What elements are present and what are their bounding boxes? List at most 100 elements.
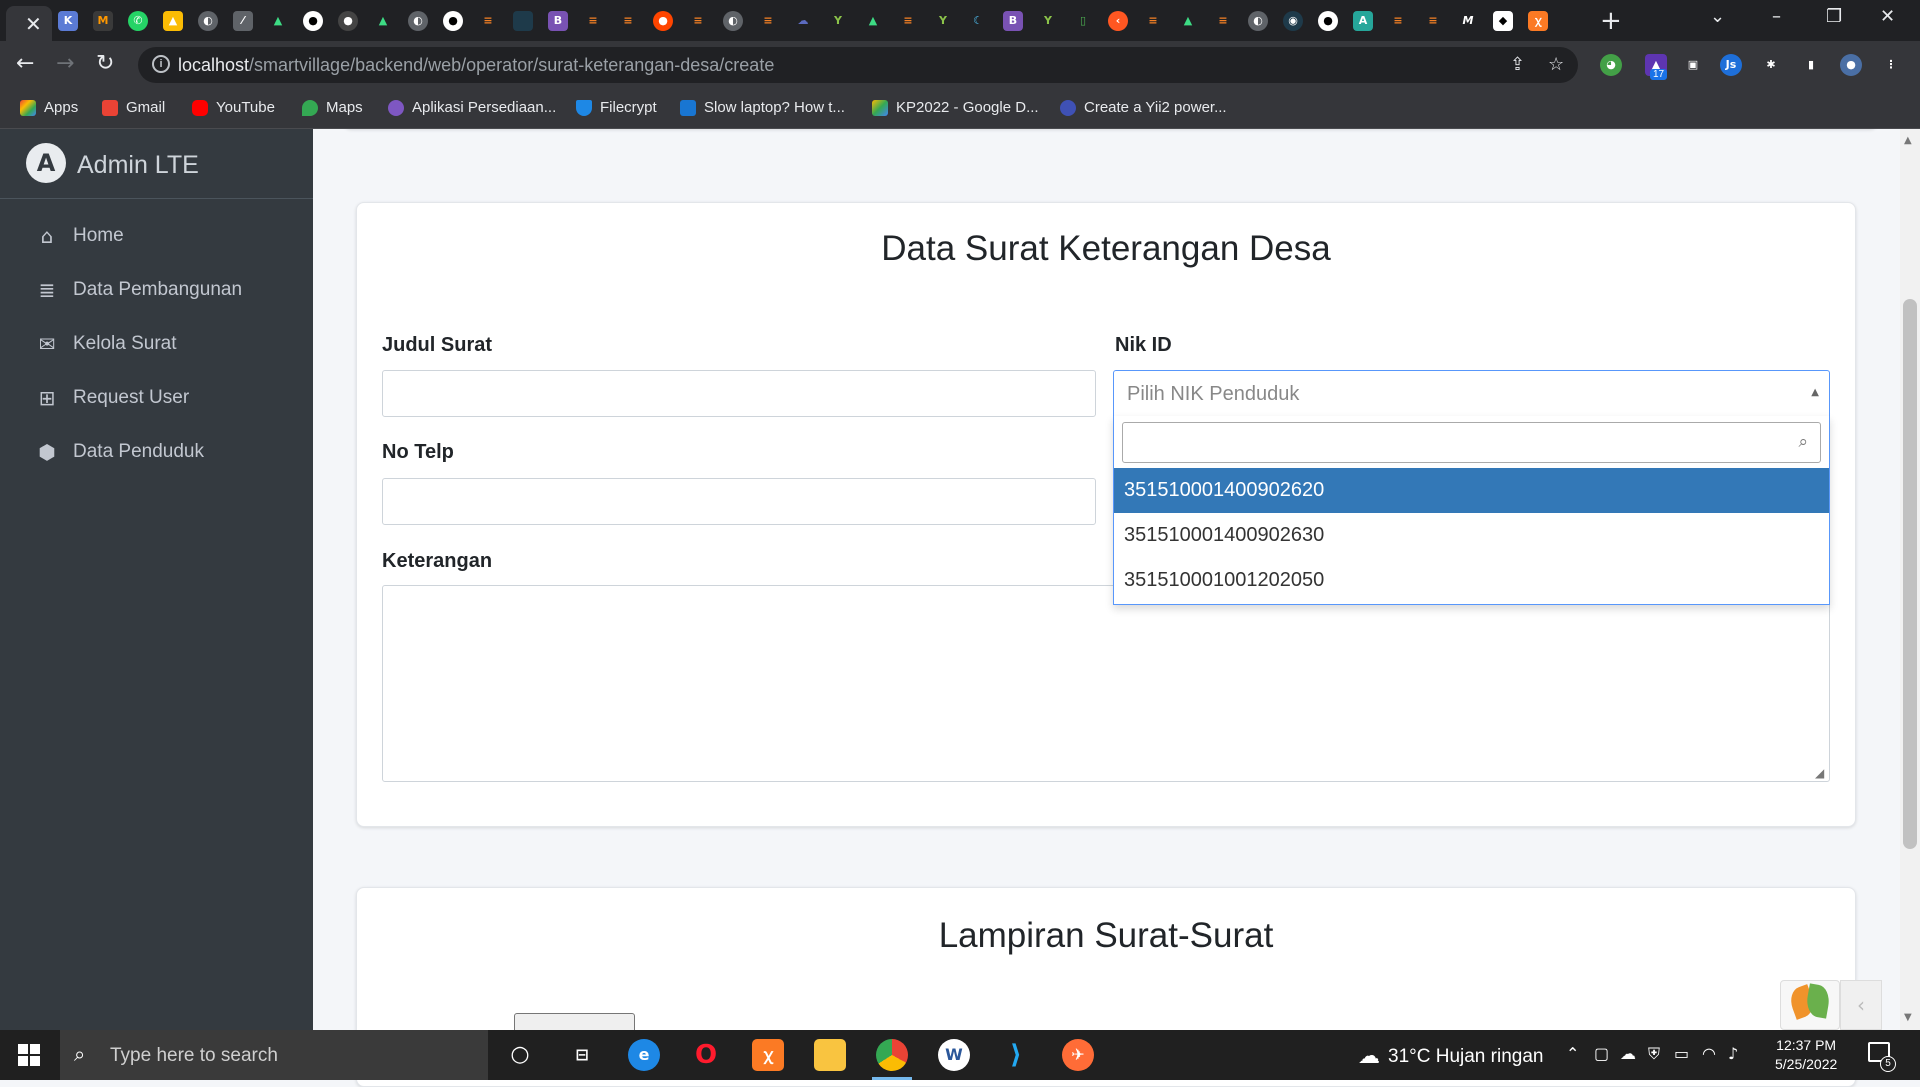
keterangan-textarea[interactable]: [382, 585, 1830, 782]
yii-toolbar-toggle-icon[interactable]: ‹: [1840, 980, 1882, 1030]
sidebar-item-data-pembangunan[interactable]: ≣ Data Pembangunan: [33, 275, 242, 305]
sidebar-item-data-penduduk[interactable]: ⬢ Data Penduduk: [33, 437, 204, 467]
tab-favicon-stack-6[interactable]: ≡: [898, 11, 918, 31]
tab-favicon-globe-3[interactable]: ◐: [723, 11, 743, 31]
tab-favicon-xampp[interactable]: ꭓ: [1528, 11, 1548, 31]
nik-option[interactable]: 351510001001202050: [1114, 558, 1829, 603]
wifi-icon[interactable]: ◠: [1702, 1044, 1716, 1063]
scroll-down-icon[interactable]: ▼: [1904, 1012, 1912, 1023]
close-window-icon[interactable]: ✕: [1880, 6, 1895, 27]
no-telp-input[interactable]: [382, 478, 1096, 525]
tab-favicon-y-3[interactable]: Y: [1038, 11, 1058, 31]
tab-favicon-bootstrap[interactable]: B: [548, 11, 568, 31]
yii-debug-toolbar[interactable]: [1780, 980, 1840, 1030]
page-scrollbar[interactable]: ▲ ▼: [1900, 129, 1920, 1030]
tab-favicon-unity[interactable]: ◆: [1493, 11, 1513, 31]
weather-widget[interactable]: ☁ 31°C Hujan ringan: [1358, 1044, 1543, 1069]
tab-favicon-whatsapp[interactable]: ✆: [128, 11, 148, 31]
sidebar-item-kelola-surat[interactable]: ✉ Kelola Surat: [33, 329, 177, 359]
url-text[interactable]: localhost/smartvillage/backend/web/opera…: [178, 55, 774, 76]
cortana-icon[interactable]: ○: [504, 1039, 536, 1071]
chevron-up-icon[interactable]: ⌃: [1566, 1044, 1579, 1063]
bookmark-star-icon[interactable]: ☆: [1548, 54, 1564, 75]
close-tab-icon[interactable]: ✕: [25, 14, 42, 34]
tab-favicon-android-4[interactable]: ▲: [1178, 11, 1198, 31]
tab-favicon-stack-5[interactable]: ≡: [758, 11, 778, 31]
address-bar[interactable]: i localhost/smartvillage/backend/web/ope…: [138, 47, 1578, 83]
word-icon[interactable]: W: [938, 1039, 970, 1071]
tab-favicon-globe[interactable]: ◐: [198, 11, 218, 31]
vscode-icon[interactable]: ⟩: [1000, 1039, 1032, 1071]
tab-favicon-cloud[interactable]: ☁: [793, 11, 813, 31]
tab-favicon-dark[interactable]: [513, 11, 533, 31]
bookmark-filecrypt[interactable]: Filecrypt: [576, 99, 657, 116]
tab-favicon-globe-2[interactable]: ◐: [408, 11, 428, 31]
nik-search-input[interactable]: ⌕: [1122, 422, 1821, 463]
active-tab[interactable]: ✕: [6, 6, 52, 41]
bookmark-youtube[interactable]: YouTube: [192, 99, 275, 116]
tab-favicon-github-4[interactable]: ●: [1318, 11, 1338, 31]
task-view-icon[interactable]: ⊟: [566, 1039, 598, 1071]
file-explorer-icon[interactable]: [814, 1039, 846, 1071]
tab-search-icon[interactable]: ⌄: [1710, 6, 1725, 27]
tab-favicon-stack-9[interactable]: ≡: [1388, 11, 1408, 31]
bookmark-slow-laptop[interactable]: Slow laptop? How t...: [680, 99, 845, 116]
bookmark-gmail[interactable]: Gmail: [102, 99, 165, 116]
tab-favicon-reddit[interactable]: ●: [653, 11, 673, 31]
side-panel-icon[interactable]: ▮: [1800, 54, 1822, 76]
windows-start-icon[interactable]: [18, 1044, 40, 1066]
tab-favicon-stack-2[interactable]: ≡: [583, 11, 603, 31]
bookmark-create-yii2[interactable]: Create a Yii2 power...: [1060, 99, 1227, 116]
back-icon[interactable]: ←: [16, 51, 34, 76]
reload-icon[interactable]: ↻: [96, 51, 114, 76]
onedrive-icon[interactable]: ☁: [1620, 1044, 1636, 1063]
extension-js-icon[interactable]: Js: [1720, 54, 1742, 76]
tab-favicon-android-2[interactable]: ▲: [373, 11, 393, 31]
resize-handle-icon[interactable]: ◢: [1815, 766, 1824, 780]
tab-favicon-android[interactable]: ▲: [268, 11, 288, 31]
postman-icon[interactable]: ✈: [1062, 1039, 1094, 1071]
tab-favicon-stack-3[interactable]: ≡: [618, 11, 638, 31]
sidebar-item-request-user[interactable]: ⊞ Request User: [33, 383, 190, 413]
restore-icon[interactable]: ❐: [1826, 6, 1842, 27]
tab-favicon-stack-4[interactable]: ≡: [688, 11, 708, 31]
tab-favicon-laravel[interactable]: ‹: [1108, 11, 1128, 31]
tab-favicon-m-2[interactable]: M: [1458, 11, 1478, 31]
site-info-icon[interactable]: i: [152, 55, 170, 73]
system-clock[interactable]: 12:37 PM 5/25/2022: [1775, 1036, 1837, 1074]
tab-favicon-moon[interactable]: ☾: [968, 11, 988, 31]
tab-favicon-doc[interactable]: ▯: [1073, 11, 1093, 31]
bookmark-kp2022[interactable]: KP2022 - Google D...: [872, 99, 1039, 116]
security-icon[interactable]: ⛨: [1648, 1044, 1660, 1064]
xampp-icon[interactable]: ꭓ: [752, 1039, 784, 1071]
tab-favicon-a[interactable]: A: [1353, 11, 1373, 31]
tab-favicon-android-3[interactable]: ▲: [863, 11, 883, 31]
tab-favicon-github-3[interactable]: ●: [443, 11, 463, 31]
new-tab-icon[interactable]: +: [1600, 6, 1622, 36]
scroll-up-icon[interactable]: ▲: [1904, 135, 1912, 146]
tab-favicon-y[interactable]: Y: [828, 11, 848, 31]
bookmark-apps[interactable]: Apps: [20, 99, 78, 116]
bookmark-maps[interactable]: Maps: [302, 99, 363, 116]
tab-favicon-stack[interactable]: ≡: [478, 11, 498, 31]
forward-icon[interactable]: →: [56, 51, 74, 76]
volume-icon[interactable]: ♪: [1728, 1044, 1738, 1063]
share-icon[interactable]: ⇪: [1510, 54, 1525, 75]
edge-icon[interactable]: e: [628, 1039, 660, 1071]
tab-favicon-github[interactable]: ●: [303, 11, 323, 31]
tab-favicon-globe-4[interactable]: ◐: [1248, 11, 1268, 31]
bookmark-aplikasi-persediaan[interactable]: Aplikasi Persediaan...: [388, 99, 556, 116]
tab-favicon-stack-8[interactable]: ≡: [1213, 11, 1233, 31]
judul-surat-input[interactable]: [382, 370, 1096, 417]
tab-favicon-stack-7[interactable]: ≡: [1143, 11, 1163, 31]
brand[interactable]: A Admin LTE: [0, 129, 313, 199]
battery-icon[interactable]: ▭: [1674, 1044, 1689, 1063]
extension-window-icon[interactable]: ▣: [1682, 54, 1704, 76]
extension-colorful-icon[interactable]: ◕: [1600, 54, 1622, 76]
tab-favicon-github-2[interactable]: ●: [338, 11, 358, 31]
scrollbar-thumb[interactable]: [1903, 299, 1917, 849]
nik-option[interactable]: 351510001400902620: [1114, 468, 1829, 513]
tab-favicon-link[interactable]: ⁄: [233, 11, 253, 31]
taskbar-search[interactable]: ⌕ Type here to search: [60, 1030, 488, 1080]
meet-now-icon[interactable]: ▢: [1594, 1044, 1609, 1063]
